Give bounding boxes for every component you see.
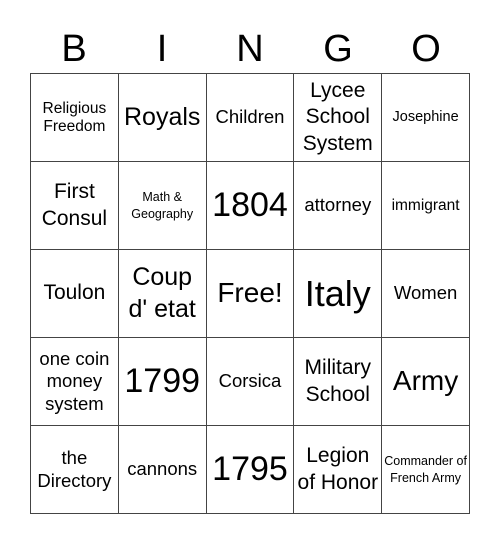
bingo-grid: Religious Freedom Royals Children Lycee … (30, 73, 470, 514)
bingo-cell[interactable]: Commander of French Army (382, 426, 470, 514)
bingo-cell[interactable]: Lycee School System (294, 74, 383, 162)
bingo-cell[interactable]: Children (206, 74, 295, 162)
bingo-cell[interactable]: 1795 (206, 426, 295, 514)
bingo-cell[interactable]: Italy (294, 250, 383, 338)
header-letter-n: N (236, 28, 264, 70)
header-letter-g: G (323, 28, 353, 70)
bingo-cell[interactable]: one coin money system (31, 338, 119, 426)
header-letter-i: I (156, 28, 168, 70)
bingo-cell[interactable]: cannons (118, 426, 207, 514)
bingo-cell[interactable]: Toulon (31, 250, 119, 338)
free-space-cell[interactable]: Free! (206, 250, 295, 338)
bingo-cell[interactable]: Math & Geography (118, 162, 207, 250)
bingo-cell[interactable]: the Directory (31, 426, 119, 514)
bingo-cell[interactable]: Legion of Honor (294, 426, 383, 514)
header-letter-o: O (411, 28, 441, 70)
bingo-cell[interactable]: Coup d' etat (118, 250, 207, 338)
bingo-cell[interactable]: 1804 (206, 162, 295, 250)
bingo-cell[interactable]: Royals (118, 74, 207, 162)
bingo-cell[interactable]: Army (382, 338, 470, 426)
bingo-cell[interactable]: immigrant (382, 162, 470, 250)
bingo-cell[interactable]: Religious Freedom (31, 74, 119, 162)
bingo-cell[interactable]: Women (382, 250, 470, 338)
bingo-cell[interactable]: Corsica (206, 338, 295, 426)
bingo-header: B I N G O (30, 26, 470, 72)
bingo-cell[interactable]: Military School (294, 338, 383, 426)
bingo-cell[interactable]: Josephine (382, 74, 470, 162)
bingo-cell[interactable]: attorney (294, 162, 383, 250)
bingo-cell[interactable]: First Consul (31, 162, 119, 250)
bingo-cell[interactable]: 1799 (118, 338, 207, 426)
header-letter-b: B (61, 28, 87, 70)
